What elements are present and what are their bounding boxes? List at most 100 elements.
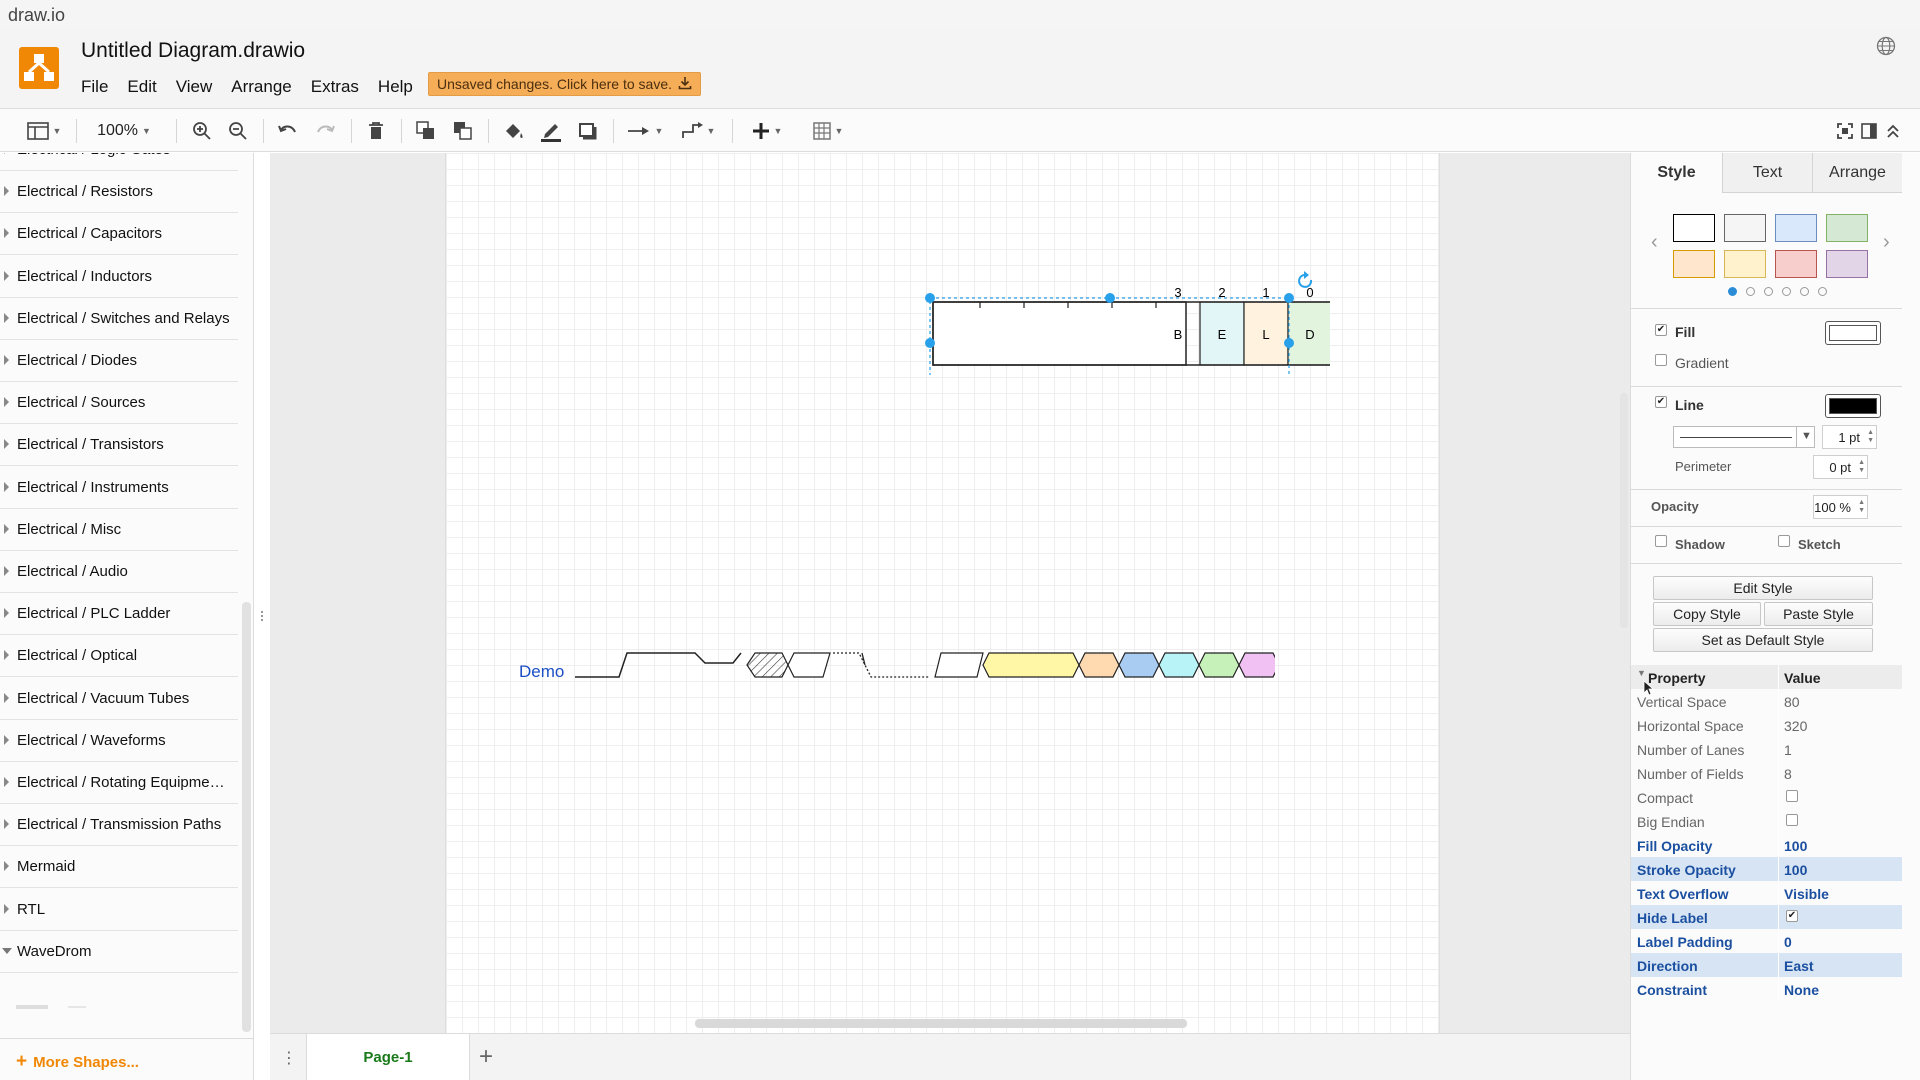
wave-label[interactable]: Demo <box>519 662 564 682</box>
edit-style-button[interactable]: Edit Style <box>1653 576 1873 600</box>
paste-style-button[interactable]: Paste Style <box>1764 602 1873 626</box>
swatch-page-dot[interactable] <box>1818 287 1827 296</box>
style-swatch[interactable] <box>1673 214 1715 242</box>
property-value[interactable]: 100 <box>1784 862 1807 878</box>
wavedrom-shape-preview[interactable] <box>16 998 96 1009</box>
property-row-big-endian[interactable]: Big Endian <box>1631 809 1902 833</box>
library-electrical-rotating-equipme[interactable]: Electrical / Rotating Equipme… <box>0 762 238 804</box>
fullscreen-button[interactable] <box>1834 119 1856 143</box>
library-rtl[interactable]: RTL <box>0 889 238 931</box>
fill-color-picker[interactable] <box>1825 321 1881 345</box>
line-color-picker[interactable] <box>1825 394 1881 418</box>
property-row-number-of-fields[interactable]: Number of Fields 8 <box>1631 761 1902 785</box>
library-electrical-misc[interactable]: Electrical / Misc <box>0 509 238 551</box>
shadow-checkbox[interactable] <box>1655 535 1667 547</box>
swatch-page-dot[interactable] <box>1728 287 1737 296</box>
menu-extras[interactable]: Extras <box>311 77 359 97</box>
chevron-left-icon[interactable]: ‹ <box>1651 231 1658 254</box>
property-row-direction[interactable]: Direction East <box>1631 953 1902 977</box>
line-checkbox[interactable]: ✔ <box>1655 396 1667 408</box>
library-electrical-resistors[interactable]: Electrical / Resistors <box>0 171 238 214</box>
library-electrical-transistors[interactable]: Electrical / Transistors <box>0 424 238 467</box>
to-front-button[interactable] <box>414 119 438 143</box>
language-globe-icon[interactable] <box>1876 36 1896 61</box>
unsaved-changes-button[interactable]: Unsaved changes. Click here to save. <box>428 72 702 96</box>
property-value[interactable]: East <box>1784 958 1814 974</box>
property-row-label-padding[interactable]: Label Padding 0 <box>1631 929 1902 953</box>
style-swatch[interactable] <box>1724 250 1766 278</box>
property-checkbox[interactable] <box>1786 814 1798 826</box>
library-electrical-audio[interactable]: Electrical / Audio <box>0 551 238 593</box>
library-electrical-sources[interactable]: Electrical / Sources <box>0 382 238 425</box>
swatch-page-dot[interactable] <box>1764 287 1773 296</box>
menu-file[interactable]: File <box>81 77 108 97</box>
opacity-input[interactable]: 100 % ▲ ▼ <box>1813 495 1868 519</box>
menu-arrange[interactable]: Arrange <box>231 77 291 97</box>
library-electrical-transmission-paths[interactable]: Electrical / Transmission Paths <box>0 804 238 847</box>
sidebar-resize-handle[interactable] <box>261 611 266 621</box>
sketch-checkbox[interactable] <box>1778 535 1790 547</box>
library-electrical-switches-and-relays[interactable]: Electrical / Switches and Relays <box>0 298 238 340</box>
spinner-icon[interactable]: ▲ ▼ <box>1858 459 1865 475</box>
library-wavedrom[interactable]: WaveDrom <box>0 931 238 973</box>
format-toggle-button[interactable] <box>1858 119 1880 143</box>
property-value[interactable]: 0 <box>1784 934 1792 950</box>
property-row-text-overflow[interactable]: Text Overflow Visible <box>1631 881 1902 905</box>
property-row-fill-opacity[interactable]: Fill Opacity 100 <box>1631 833 1902 857</box>
swatch-page-dot[interactable] <box>1782 287 1791 296</box>
to-back-button[interactable] <box>451 119 475 143</box>
library-electrical-diodes[interactable]: Electrical / Diodes <box>0 340 238 382</box>
redo-button[interactable] <box>313 119 337 143</box>
style-swatch[interactable] <box>1775 250 1817 278</box>
tab-page-1[interactable]: Page-1 <box>306 1034 470 1080</box>
tab-text[interactable]: Text <box>1722 153 1812 193</box>
property-row-horizontal-space[interactable]: Horizontal Space 320 <box>1631 713 1902 737</box>
line-width-input[interactable]: 1 pt ▲ ▼ <box>1822 425 1877 449</box>
swatch-page-dot[interactable] <box>1746 287 1755 296</box>
gradient-checkbox[interactable] <box>1655 354 1667 366</box>
property-value[interactable]: 100 <box>1784 838 1807 854</box>
style-swatch[interactable] <box>1826 214 1868 242</box>
tab-arrange[interactable]: Arrange <box>1812 153 1902 193</box>
document-title[interactable]: Untitled Diagram.drawio <box>81 39 305 63</box>
add-page-icon[interactable]: + <box>479 1043 493 1071</box>
property-value[interactable]: 80 <box>1784 694 1800 710</box>
rotate-handle-icon[interactable] <box>1298 271 1313 288</box>
style-swatch[interactable] <box>1724 214 1766 242</box>
delete-button[interactable] <box>364 119 388 143</box>
library-electrical-optical[interactable]: Electrical / Optical <box>0 635 238 678</box>
style-swatch[interactable] <box>1673 250 1715 278</box>
line-pattern-select[interactable]: ▼ <box>1673 426 1815 448</box>
property-row-compact[interactable]: Compact <box>1631 785 1902 809</box>
connection-style-button[interactable]: ▼ <box>624 119 666 143</box>
library-electrical-plc-ladder[interactable]: Electrical / PLC Ladder <box>0 593 238 636</box>
format-panel-toggle-button[interactable]: ▼ <box>24 119 64 143</box>
property-value[interactable]: 1 <box>1784 742 1792 758</box>
undo-button[interactable] <box>276 119 300 143</box>
property-value[interactable]: Visible <box>1784 886 1829 902</box>
menu-view[interactable]: View <box>176 77 213 97</box>
tab-style[interactable]: Style <box>1631 153 1722 193</box>
more-shapes-button[interactable]: + More Shapes... <box>0 1038 253 1080</box>
style-swatch[interactable] <box>1826 250 1868 278</box>
format-panel-scrollbar[interactable] <box>1620 393 1628 628</box>
property-row-vertical-space[interactable]: Vertical Space 80 <box>1631 689 1902 713</box>
zoom-out-button[interactable] <box>226 119 250 143</box>
property-checkbox[interactable]: ✔ <box>1786 910 1798 922</box>
waypoints-button[interactable]: ▼ <box>677 119 719 143</box>
insert-button[interactable]: ▼ <box>746 119 788 143</box>
page-menu-icon[interactable]: ⋮ <box>281 1048 297 1068</box>
fill-color-button[interactable] <box>502 119 526 143</box>
sidebar-scrollbar[interactable] <box>242 602 251 1032</box>
property-checkbox[interactable] <box>1786 790 1798 802</box>
property-value[interactable]: None <box>1784 982 1819 998</box>
library-mermaid[interactable]: Mermaid <box>0 846 238 889</box>
library-electrical-logic-gates[interactable]: Electrical / Logic Gates <box>0 153 238 171</box>
horizontal-scrollbar[interactable] <box>695 1019 1187 1028</box>
set-default-style-button[interactable]: Set as Default Style <box>1653 628 1873 652</box>
property-row-hide-label[interactable]: Hide Label ✔ <box>1631 905 1902 929</box>
library-electrical-capacitors[interactable]: Electrical / Capacitors <box>0 213 238 256</box>
wavedrom-shape[interactable] <box>575 643 1275 683</box>
swatch-page-dot[interactable] <box>1800 287 1809 296</box>
line-color-button[interactable] <box>539 119 563 143</box>
